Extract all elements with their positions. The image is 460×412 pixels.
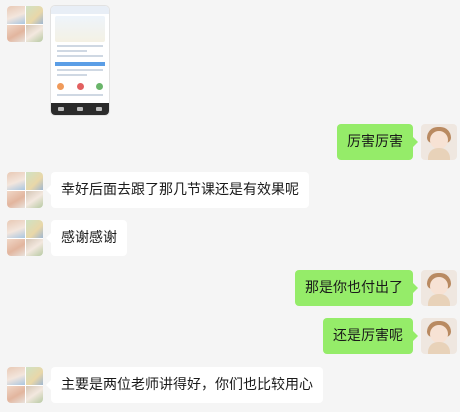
message-bubble-received[interactable]: 幸好后面去跟了那几节课还是有效果呢 (46, 172, 309, 208)
user-avatar[interactable] (421, 270, 457, 306)
message-bubble-sent[interactable]: 那是你也付出了 (295, 270, 418, 306)
user-avatar[interactable] (421, 318, 457, 354)
message-bubble-sent[interactable]: 还是厉害呢 (323, 318, 418, 354)
group-avatar[interactable] (7, 6, 43, 42)
user-avatar[interactable] (421, 124, 457, 160)
message-bubble-sent[interactable]: 厉害厉害 (337, 124, 418, 160)
group-avatar[interactable] (7, 172, 43, 208)
chat-window: { "messages": [ {"side": "left", "type":… (0, 0, 460, 412)
message-bubble-received[interactable]: 主要是两位老师讲得好，你们也比较用心 (46, 367, 323, 403)
image-message-thumbnail[interactable] (51, 6, 109, 115)
message-bubble-received[interactable]: 感谢感谢 (46, 220, 127, 256)
group-avatar[interactable] (7, 220, 43, 256)
group-avatar-grid (7, 6, 43, 42)
group-avatar[interactable] (7, 367, 43, 403)
